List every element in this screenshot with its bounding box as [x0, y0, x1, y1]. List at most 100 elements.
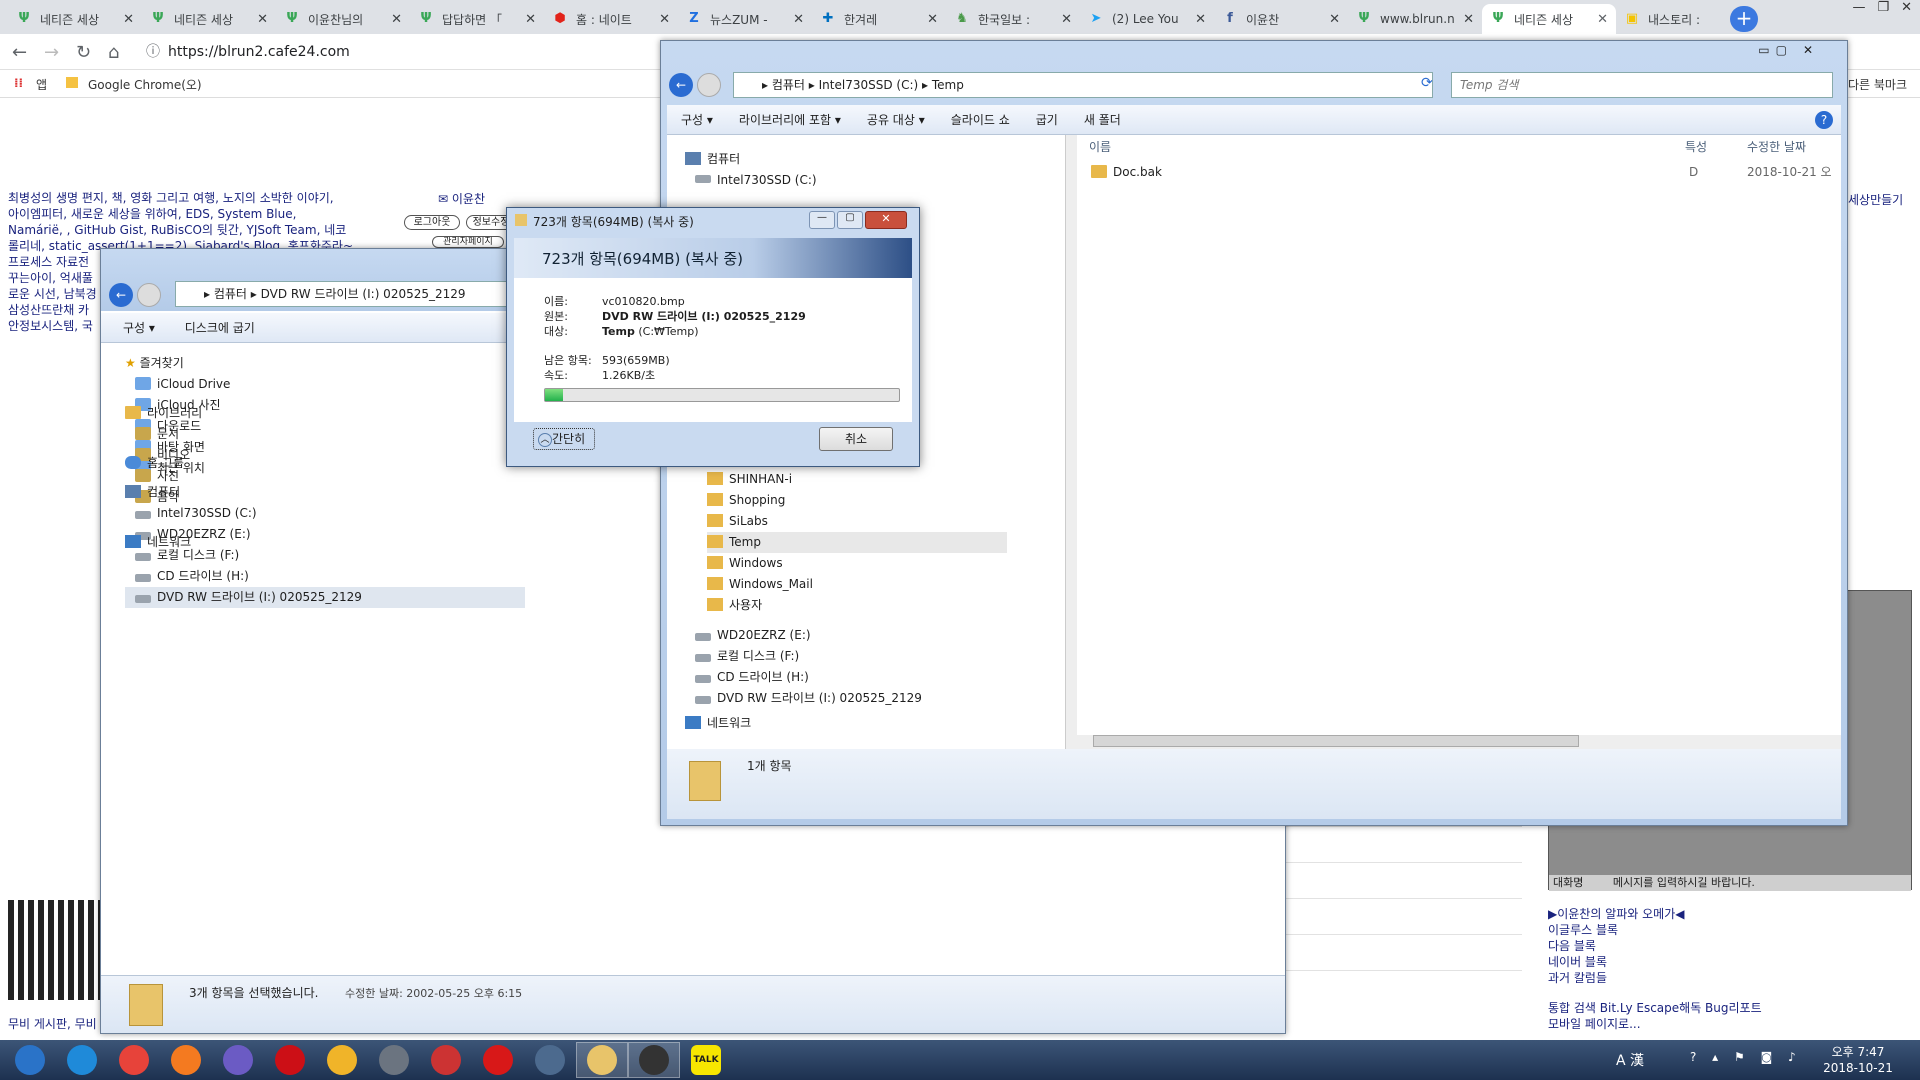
col-name[interactable]: 이름 — [1089, 135, 1111, 159]
folder-item[interactable]: SHINHAN-i — [707, 469, 1007, 490]
drive-item[interactable]: CD 드라이브 (H:) — [125, 566, 525, 587]
cancel-button[interactable]: 취소 — [819, 427, 893, 451]
share-with-menu[interactable]: 공유 대상 ▾ — [867, 113, 925, 127]
maximize-icon[interactable]: ▢ — [1776, 43, 1787, 57]
help-icon[interactable]: ? — [1815, 111, 1833, 129]
tray-icons[interactable]: ? ▴ ⚑ ◙ ♪ — [1690, 1050, 1802, 1064]
drive-item[interactable]: DVD RW 드라이브 (I:) 020525_2129 — [695, 688, 995, 709]
opera-taskbar-button[interactable] — [264, 1042, 316, 1078]
close-icon[interactable]: ✕ — [793, 12, 804, 27]
forward-icon[interactable] — [697, 73, 721, 97]
close-icon[interactable]: ✕ — [1901, 0, 1912, 15]
close-icon[interactable]: ✕ — [1195, 12, 1206, 27]
forward-icon[interactable] — [137, 283, 161, 307]
game-taskbar-button[interactable] — [420, 1042, 472, 1078]
computer-header[interactable]: 컴퓨터 — [685, 149, 985, 170]
firefox-taskbar-button[interactable] — [160, 1042, 212, 1078]
slideshow-button[interactable]: 슬라이드 쇼 — [951, 113, 1010, 127]
explorer-taskbar-button[interactable] — [576, 1042, 628, 1078]
bookmark-folder[interactable]: Google Chrome(오) — [88, 76, 202, 93]
less-details-button[interactable]: ︿ 간단히 — [533, 428, 595, 450]
pen-taskbar-button[interactable] — [316, 1042, 368, 1078]
footer-links[interactable]: 무비 게시판, 무비 — [8, 1016, 97, 1032]
close-icon[interactable]: ✕ — [1463, 12, 1474, 27]
tab[interactable]: ➤ (2) Lee You ✕ — [1080, 4, 1214, 34]
side-link[interactable]: 이글루스 블록 — [1548, 922, 1685, 938]
reload-icon[interactable]: ↻ — [76, 42, 91, 63]
drive-c-item[interactable]: Intel730SSD (C:) — [685, 170, 985, 191]
folder-item[interactable]: SiLabs — [707, 511, 1007, 532]
folder-item[interactable]: Temp — [707, 532, 1007, 553]
close-icon[interactable]: ✕ — [927, 12, 938, 27]
drive-item[interactable]: CD 드라이브 (H:) — [695, 667, 995, 688]
favorites-item[interactable]: iCloud Drive — [125, 374, 525, 395]
tab[interactable]: ⬢ 홈 : 네이트 ✕ — [544, 4, 678, 34]
stylus-taskbar-button[interactable] — [212, 1042, 264, 1078]
tab[interactable]: Ψ 답답하면 「 ✕ — [410, 4, 544, 34]
address-breadcrumb[interactable]: ▸ 컴퓨터 ▸ Intel730SSD (C:) ▸ Temp — [733, 72, 1433, 98]
logout-button[interactable]: 로그아웃 — [404, 215, 460, 230]
chip-taskbar-button[interactable] — [368, 1042, 420, 1078]
close-icon[interactable]: ✕ — [123, 12, 134, 27]
libraries-header[interactable]: 라이브러리 — [125, 403, 525, 424]
close-icon[interactable]: ✕ — [1061, 12, 1072, 27]
other-bookmarks[interactable]: 다른 북마크 — [1848, 76, 1907, 93]
col-attr[interactable]: 특성 — [1685, 135, 1707, 159]
computer-header[interactable]: 컴퓨터 — [125, 482, 525, 503]
back-icon[interactable]: ← — [12, 42, 27, 63]
folder-item[interactable]: 사용자 — [707, 595, 1007, 616]
side-link[interactable]: ▶이윤찬의 알파와 오메가◀ — [1548, 906, 1685, 922]
blog-link-line[interactable]: 아이엠피터, 새로운 세상을 위하여, EDS, System Blue, — [8, 206, 378, 222]
include-in-library-menu[interactable]: 라이브러리에 포함 ▾ — [739, 113, 841, 127]
tab[interactable]: Ψ 네티즌 세상 ✕ — [142, 4, 276, 34]
search-links[interactable]: 통합 검색 Bit.Ly Escape해독 Bug리포트 — [1548, 1000, 1762, 1016]
blog-link-line[interactable]: 최병성의 생명 편지, 책, 영화 그리고 여행, 노지의 소박한 이야기, — [8, 190, 378, 206]
close-icon[interactable]: ✕ — [257, 12, 268, 27]
drive-item[interactable]: DVD RW 드라이브 (I:) 020525_2129 — [125, 587, 525, 608]
refresh-icon[interactable]: ⟳ — [1421, 75, 1433, 91]
tab[interactable]: Ψ 네티즌 세상 ✕ — [8, 4, 142, 34]
side-link[interactable]: 네이버 블록 — [1548, 954, 1685, 970]
tab[interactable]: f 이윤찬 ✕ — [1214, 4, 1348, 34]
minimize-icon[interactable]: ▭ — [1758, 43, 1769, 57]
favorites-header[interactable]: ★ 즐겨찾기 — [125, 353, 525, 374]
tab[interactable]: ♞ 한국일보 : ✕ — [946, 4, 1080, 34]
forward-icon[interactable]: → — [44, 42, 59, 63]
close-icon[interactable]: ✕ — [865, 211, 907, 229]
home-icon[interactable]: ⌂ — [108, 42, 119, 63]
tab[interactable]: Ψ 네티즌 세상 ✕ — [1482, 4, 1616, 34]
restore-icon[interactable]: ❐ — [1877, 0, 1889, 15]
back-icon[interactable]: ← — [109, 283, 133, 307]
organize-menu[interactable]: 구성 ▾ — [123, 321, 155, 335]
drive-item[interactable]: Intel730SSD (C:) — [125, 503, 525, 524]
new-tab-button[interactable]: + — [1730, 6, 1758, 32]
chrome-taskbar-button[interactable] — [108, 1042, 160, 1078]
side-link[interactable]: 과거 칼럼들 — [1548, 970, 1685, 986]
tab[interactable]: ✚ 한겨레 ✕ — [812, 4, 946, 34]
folder-item[interactable]: Windows — [707, 553, 1007, 574]
right-link[interactable]: 세상만들기 — [1848, 192, 1903, 208]
search-input[interactable]: Temp 검색 — [1451, 72, 1833, 98]
drive-item[interactable]: WD20EZRZ (E:) — [695, 625, 995, 646]
info-icon[interactable]: ⓘ — [146, 44, 160, 60]
folder-item[interactable]: Shopping — [707, 490, 1007, 511]
close-icon[interactable]: ✕ — [1597, 12, 1608, 27]
kakaotalk-taskbar-button[interactable]: TALK — [680, 1042, 732, 1078]
clock[interactable]: 오후 7:47 2018-10-21 — [1818, 1044, 1898, 1076]
burn-disc-button[interactable]: 디스크에 굽기 — [185, 321, 255, 335]
tab[interactable]: Z 뉴스ZUM - ✕ — [678, 4, 812, 34]
ime-indicator[interactable]: A 漢 — [1616, 1050, 1644, 1070]
maximize-icon[interactable]: ▢ — [837, 211, 863, 229]
apps-icon[interactable]: ⁞⁞ — [14, 76, 23, 90]
address-bar[interactable]: ⓘ https://blrun2.cafe24.com — [146, 38, 656, 66]
close-icon[interactable]: ✕ — [659, 12, 670, 27]
burn-button[interactable]: 굽기 — [1036, 113, 1058, 127]
tab[interactable]: Ψ 이윤찬님의 ✕ — [276, 4, 410, 34]
network-item[interactable]: 네트워크 — [685, 713, 751, 734]
drive-item[interactable]: 로컬 디스크 (F:) — [695, 646, 995, 667]
close-icon[interactable]: ✕ — [525, 12, 536, 27]
start-orb-taskbar-button[interactable] — [4, 1042, 56, 1078]
mobile-page-link[interactable]: 모바일 페이지로... — [1548, 1016, 1641, 1032]
perf-taskbar-button[interactable] — [628, 1042, 680, 1078]
bookmark-apps[interactable]: 앱 — [36, 76, 47, 93]
